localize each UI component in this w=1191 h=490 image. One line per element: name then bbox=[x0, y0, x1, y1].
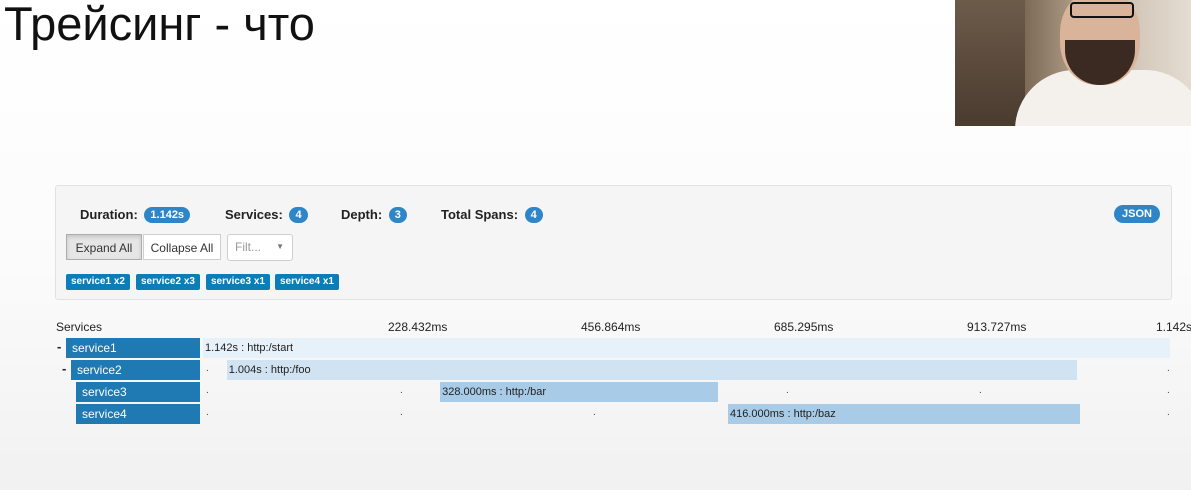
total-spans-label: Total Spans: bbox=[441, 207, 519, 222]
tick-label: 1.142s bbox=[1156, 320, 1191, 334]
grid-tick-dot: . bbox=[593, 407, 596, 418]
tick-label: 456.864ms bbox=[581, 320, 641, 334]
span-bar[interactable]: 1.004s : http:/foo bbox=[226, 360, 1077, 380]
service-label-service1[interactable]: service1 bbox=[66, 338, 200, 358]
filter-placeholder: Filt... bbox=[235, 240, 261, 254]
slide-title: Трейсинг - что bbox=[4, 0, 315, 50]
services-badge: 4 bbox=[289, 207, 308, 223]
webcam-video bbox=[955, 0, 1191, 126]
caret-down-icon: ▼ bbox=[276, 242, 284, 251]
grid-tick-dot: . bbox=[206, 407, 209, 418]
duration-stat: Duration: 1.142s bbox=[80, 207, 191, 223]
depth-label: Depth: bbox=[341, 207, 383, 222]
tick-label: 228.432ms bbox=[388, 320, 448, 334]
service-label-service4[interactable]: service4 bbox=[76, 404, 200, 424]
collapse-toggle-icon[interactable]: - bbox=[62, 361, 66, 376]
depth-stat: Depth: 3 bbox=[341, 207, 407, 223]
grid-tick-dot: . bbox=[206, 363, 209, 374]
grid-tick-dot: . bbox=[1167, 385, 1170, 396]
grid-tick-dot: . bbox=[786, 385, 789, 396]
span-bar[interactable]: 328.000ms : http:/bar bbox=[440, 382, 718, 402]
service-tag-service4[interactable]: service4 x1 bbox=[275, 274, 339, 290]
span-bar[interactable]: 1.142s : http:/start bbox=[203, 338, 1170, 358]
service-label-service3[interactable]: service3 bbox=[76, 382, 200, 402]
collapse-toggle-icon[interactable]: - bbox=[57, 339, 61, 354]
total-spans-badge: 4 bbox=[524, 207, 543, 223]
service-tag-service2[interactable]: service2 x3 bbox=[136, 274, 200, 290]
services-label: Services: bbox=[225, 207, 283, 222]
span-bar[interactable]: 416.000ms : http:/baz bbox=[727, 404, 1081, 424]
grid-tick-dot: . bbox=[1167, 363, 1170, 374]
filter-select[interactable]: Filt... ▼ bbox=[227, 234, 293, 261]
service-tag-service3[interactable]: service3 x1 bbox=[206, 274, 270, 290]
expand-all-button[interactable]: Expand All bbox=[66, 234, 142, 260]
tick-label: 913.727ms bbox=[967, 320, 1027, 334]
trace-summary-panel: Duration: 1.142s Services: 4 Depth: 3 To… bbox=[55, 185, 1172, 300]
duration-label: Duration: bbox=[80, 207, 138, 222]
tick-label: 685.295ms bbox=[774, 320, 834, 334]
grid-tick-dot: . bbox=[979, 385, 982, 396]
grid-tick-dot: . bbox=[1167, 407, 1170, 418]
services-column-header: Services bbox=[56, 320, 103, 334]
grid-tick-dot: . bbox=[206, 385, 209, 396]
grid-tick-dot: . bbox=[400, 407, 403, 418]
service-tag-service1[interactable]: service1 x2 bbox=[66, 274, 130, 290]
collapse-all-button[interactable]: Collapse All bbox=[143, 234, 221, 260]
service-label-service2[interactable]: service2 bbox=[71, 360, 200, 380]
services-stat: Services: 4 bbox=[225, 207, 308, 223]
grid-tick-dot: . bbox=[400, 385, 403, 396]
json-button[interactable]: JSON bbox=[1114, 205, 1160, 223]
depth-badge: 3 bbox=[388, 207, 407, 223]
duration-badge: 1.142s bbox=[144, 207, 191, 223]
total-spans-stat: Total Spans: 4 bbox=[441, 207, 543, 223]
